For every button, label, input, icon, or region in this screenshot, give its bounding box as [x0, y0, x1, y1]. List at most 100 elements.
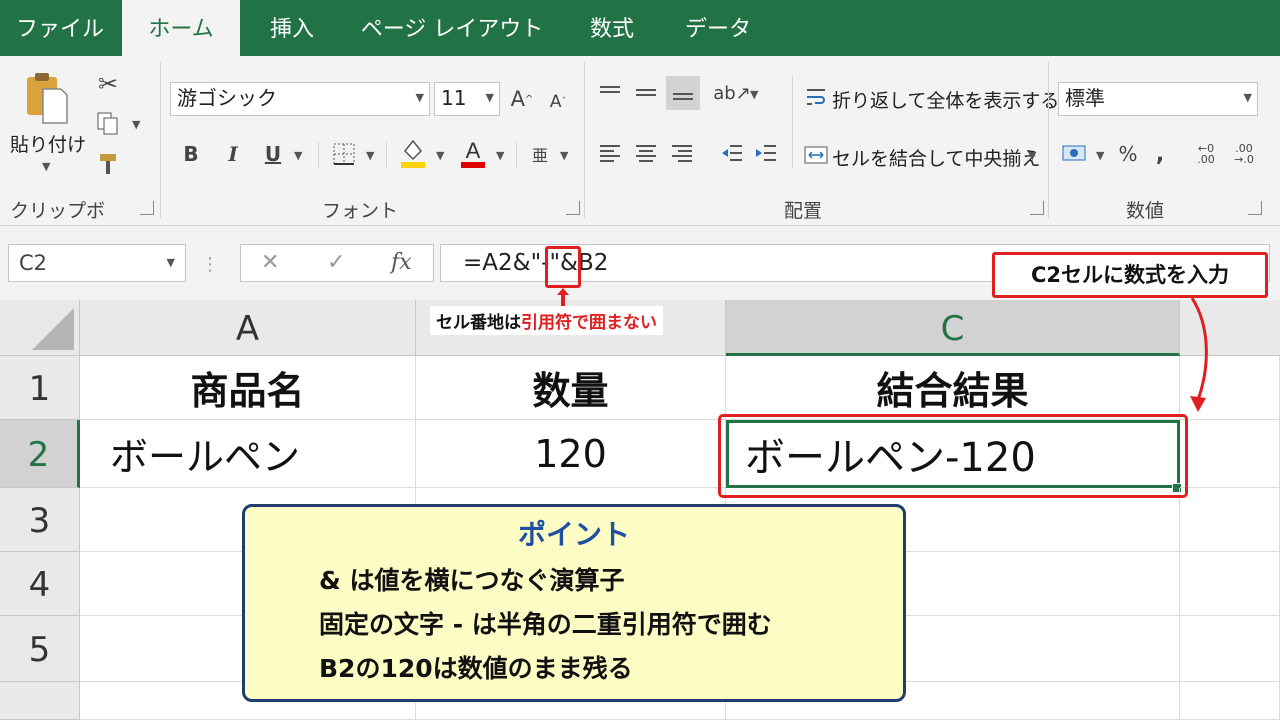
font-size-value: 11: [441, 86, 467, 110]
wrap-text-icon[interactable]: [804, 84, 828, 110]
align-middle-icon[interactable]: [632, 80, 660, 106]
copy-dropdown-icon[interactable]: ▼: [132, 118, 140, 131]
align-top-icon[interactable]: [596, 80, 624, 106]
font-name-select[interactable]: 游ゴシック ▼: [170, 82, 430, 116]
cell-d3[interactable]: [1180, 488, 1280, 552]
row-header-5[interactable]: 5: [0, 616, 80, 682]
chevron-down-icon: ▼: [485, 91, 494, 104]
row-header-3[interactable]: 3: [0, 488, 80, 552]
hyphen-highlight-box: [545, 246, 581, 288]
cut-icon[interactable]: ✂: [94, 70, 122, 98]
align-center-icon[interactable]: [632, 140, 660, 166]
row-header-6[interactable]: [0, 682, 80, 720]
paste-icon[interactable]: [20, 70, 72, 126]
merge-center-icon[interactable]: [804, 142, 828, 168]
comma-style-icon[interactable]: ,: [1150, 140, 1170, 168]
tab-formulas[interactable]: 数式: [560, 0, 664, 56]
align-left-icon[interactable]: [596, 140, 624, 166]
fill-color-icon[interactable]: [398, 136, 428, 170]
chevron-down-icon: ▼: [415, 91, 424, 104]
enter-icon[interactable]: ✓: [327, 245, 345, 281]
alignment-launcher-icon[interactable]: [1030, 201, 1044, 215]
bold-icon[interactable]: B: [178, 140, 204, 168]
cell-a1[interactable]: 商品名: [80, 356, 416, 420]
tab-page-layout[interactable]: ページ レイアウト: [344, 0, 560, 56]
cell-b1[interactable]: 数量: [416, 356, 726, 420]
tab-insert[interactable]: 挿入: [240, 0, 344, 56]
font-color-icon[interactable]: A: [458, 136, 488, 170]
clipboard-launcher-icon[interactable]: [140, 201, 154, 215]
align-bottom-icon[interactable]: [666, 76, 700, 110]
name-box[interactable]: C2 ▼: [8, 244, 186, 282]
merge-center-button[interactable]: セルを結合して中央揃え: [832, 144, 1040, 171]
divider: [792, 76, 793, 168]
font-size-select[interactable]: 11 ▼: [434, 82, 500, 116]
borders-icon[interactable]: [330, 140, 358, 168]
row-header-1[interactable]: 1: [0, 356, 80, 420]
number-format-select[interactable]: 標準 ▼: [1058, 82, 1258, 116]
formula-buttons: ✕ ✓ fx: [240, 244, 434, 282]
divider: [386, 142, 387, 168]
chevron-down-icon: ▼: [1243, 91, 1252, 104]
underline-dropdown-icon[interactable]: ▼: [294, 149, 302, 162]
tab-home[interactable]: ホーム: [122, 0, 240, 56]
paste-button[interactable]: 貼り付け: [10, 130, 86, 157]
copy-icon[interactable]: [94, 110, 122, 138]
font-group-label: フォント: [321, 200, 398, 222]
percent-style-icon[interactable]: %: [1114, 140, 1142, 168]
up-arrow-icon: [557, 288, 569, 306]
cell-b2[interactable]: 120: [416, 420, 726, 488]
paste-dropdown-icon[interactable]: ▼: [42, 160, 50, 173]
quote-note: セル番地は引用符で囲まない: [430, 306, 663, 335]
format-painter-icon[interactable]: [94, 150, 122, 178]
cell-d2[interactable]: [1180, 420, 1280, 488]
row-header-2[interactable]: 2: [0, 420, 80, 488]
quote-note-highlight: 引用符で囲まない: [521, 313, 657, 333]
result-highlight-box: [718, 414, 1188, 498]
orientation-dropdown-icon[interactable]: ▼: [750, 88, 758, 101]
phonetic-dropdown-icon[interactable]: ▼: [560, 149, 568, 162]
callout-input-formula: C2セルに数式を入力: [992, 252, 1268, 298]
wrap-text-button[interactable]: 折り返して全体を表示する: [832, 86, 1059, 113]
increase-font-size-icon[interactable]: A ^: [510, 84, 534, 114]
select-all-corner[interactable]: [0, 300, 80, 356]
insert-function-icon[interactable]: fx: [391, 245, 412, 281]
italic-icon[interactable]: I: [220, 140, 246, 168]
decrease-font-size-icon[interactable]: Aˇ: [546, 88, 570, 116]
column-header-a[interactable]: A: [80, 300, 416, 356]
number-group-label: 数値: [1125, 200, 1164, 222]
cell-d6[interactable]: [1180, 682, 1280, 720]
cell-c1[interactable]: 結合結果: [726, 356, 1180, 420]
cell-a2[interactable]: ボールペン: [80, 420, 416, 488]
tab-file[interactable]: ファイル: [0, 0, 120, 56]
increase-decimal-icon[interactable]: ←0.00: [1192, 140, 1220, 168]
align-right-icon[interactable]: [668, 140, 696, 166]
font-launcher-icon[interactable]: [566, 201, 580, 215]
font-color-dropdown-icon[interactable]: ▼: [496, 149, 504, 162]
cell-d5[interactable]: [1180, 616, 1280, 682]
ribbon-tab-bar: ファイル ホーム 挿入 ページ レイアウト 数式 データ: [0, 0, 1280, 56]
underline-icon[interactable]: U: [260, 140, 286, 168]
increase-indent-icon[interactable]: [752, 140, 780, 166]
accounting-dropdown-icon[interactable]: ▼: [1096, 149, 1104, 162]
column-header-c[interactable]: C: [726, 300, 1180, 356]
number-launcher-icon[interactable]: [1248, 201, 1262, 215]
decrease-indent-icon[interactable]: [718, 140, 746, 166]
merge-dropdown-icon[interactable]: ▼: [1028, 149, 1036, 162]
row-header-4[interactable]: 4: [0, 552, 80, 616]
tab-data[interactable]: データ: [664, 0, 772, 56]
orientation-icon[interactable]: ab↗: [713, 80, 751, 106]
cancel-icon[interactable]: ✕: [261, 245, 279, 281]
phonetic-guide-icon[interactable]: 亜: [528, 140, 552, 168]
divider: [160, 62, 161, 218]
divider: [1048, 62, 1049, 218]
borders-dropdown-icon[interactable]: ▼: [366, 149, 374, 162]
cell-d4[interactable]: [1180, 552, 1280, 616]
alignment-group-label: 配置: [783, 200, 822, 222]
resize-handle-icon[interactable]: ⋮: [200, 252, 220, 276]
accounting-format-icon[interactable]: [1060, 140, 1090, 168]
point-line: 固定の文字 - は半角の二重引用符で囲む: [319, 610, 772, 639]
curved-arrow-icon: [1190, 297, 1208, 412]
fill-color-dropdown-icon[interactable]: ▼: [436, 149, 444, 162]
decrease-decimal-icon[interactable]: .00 →.0: [1230, 140, 1258, 168]
